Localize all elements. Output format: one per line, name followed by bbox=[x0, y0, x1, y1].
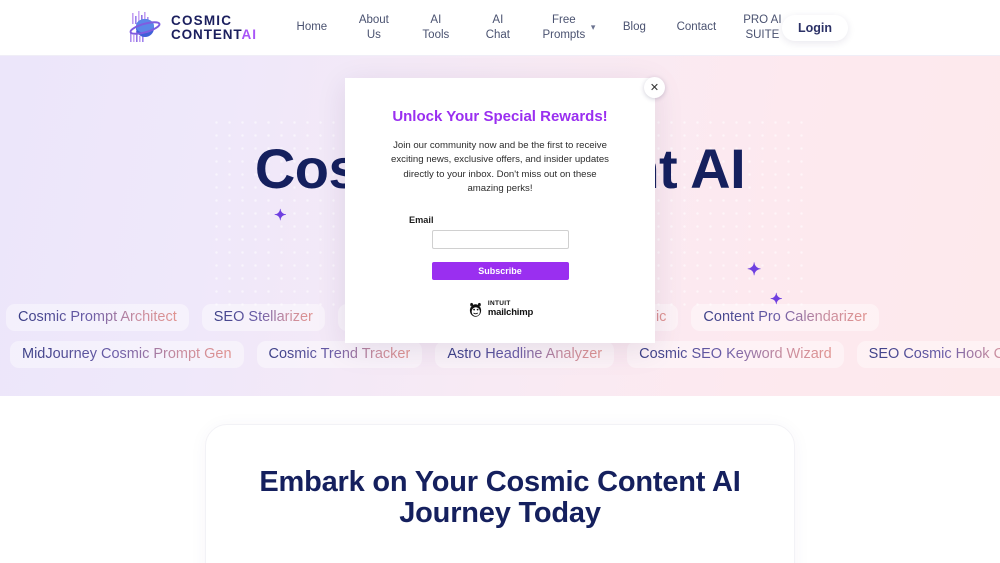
nav-item-contact[interactable]: Contact bbox=[665, 16, 727, 38]
logo-ai-accent: AI bbox=[241, 26, 257, 42]
feature-pill-row-2: MidJourney Cosmic Prompt Gen Cosmic Tren… bbox=[10, 341, 1000, 368]
mailchimp-wordmark: INTUIT mailchimp bbox=[488, 301, 533, 317]
sparkle-star-icon: ✦ bbox=[747, 260, 762, 279]
sparkle-star-icon: ✦ bbox=[274, 207, 287, 224]
page-root: COSMIC CONTENTAI Home About Us AI Tools … bbox=[0, 0, 1000, 563]
feature-pill[interactable]: Cosmic Trend Tracker bbox=[256, 341, 423, 368]
login-button[interactable]: Login bbox=[781, 15, 848, 41]
planet-icon bbox=[124, 10, 166, 45]
modal-title: Unlock Your Special Rewards! bbox=[392, 108, 608, 125]
mailchimp-freddie-icon bbox=[469, 302, 482, 317]
feature-pill[interactable]: SEO Cosmic Hook Crafter bbox=[856, 341, 1000, 368]
logo-line-1: COSMIC bbox=[171, 13, 233, 28]
chevron-down-icon[interactable]: ▾ bbox=[591, 22, 596, 33]
logo-wordmark: COSMIC CONTENTAI bbox=[171, 14, 257, 41]
logo-line-2: CONTENTAI bbox=[171, 26, 257, 42]
feature-pill[interactable]: Content Pro Calendarizer bbox=[691, 304, 880, 331]
close-icon[interactable]: ✕ bbox=[644, 77, 665, 98]
logo[interactable]: COSMIC CONTENTAI bbox=[124, 10, 257, 45]
email-input[interactable] bbox=[431, 230, 569, 250]
feature-pill[interactable]: MidJourney Cosmic Prompt Gen bbox=[10, 341, 244, 368]
feature-pill[interactable]: Cosmic Prompt Architect bbox=[6, 304, 189, 331]
feature-pill[interactable]: Cosmic SEO Keyword Wizard bbox=[627, 341, 844, 368]
modal-body-text: Join our community now and be the first … bbox=[391, 139, 609, 195]
nav-item-home[interactable]: Home bbox=[281, 16, 343, 38]
main-nav: Home About Us AI Tools AI Chat Free Prom… bbox=[281, 9, 798, 46]
nav-item-ai-tools[interactable]: AI Tools bbox=[405, 9, 467, 46]
nav-item-ai-chat[interactable]: AI Chat bbox=[467, 9, 529, 46]
newsletter-modal: Unlock Your Special Rewards! Join our co… bbox=[345, 78, 655, 343]
nav-item-blog[interactable]: Blog bbox=[603, 16, 665, 38]
email-field-label: Email bbox=[409, 215, 434, 226]
mailchimp-label: mailchimp bbox=[487, 306, 534, 318]
subscribe-button[interactable]: Subscribe bbox=[431, 262, 569, 281]
mailchimp-branding: INTUIT mailchimp bbox=[387, 301, 613, 317]
modal-content: Unlock Your Special Rewards! Join our co… bbox=[345, 78, 655, 317]
nav-item-about-us[interactable]: About Us bbox=[343, 9, 405, 46]
feature-pill[interactable]: Astro Headline Analyzer bbox=[435, 341, 615, 368]
cta-card: Embark on Your Cosmic Content AI Journey… bbox=[205, 424, 795, 563]
site-header: COSMIC CONTENTAI Home About Us AI Tools … bbox=[0, 0, 1000, 56]
cta-section: Embark on Your Cosmic Content AI Journey… bbox=[0, 396, 1000, 563]
cta-title: Embark on Your Cosmic Content AI Journey… bbox=[259, 466, 741, 530]
nav-item-free-prompts[interactable]: Free Prompts bbox=[529, 9, 599, 46]
feature-pill[interactable]: SEO Stellarizer bbox=[201, 304, 325, 331]
